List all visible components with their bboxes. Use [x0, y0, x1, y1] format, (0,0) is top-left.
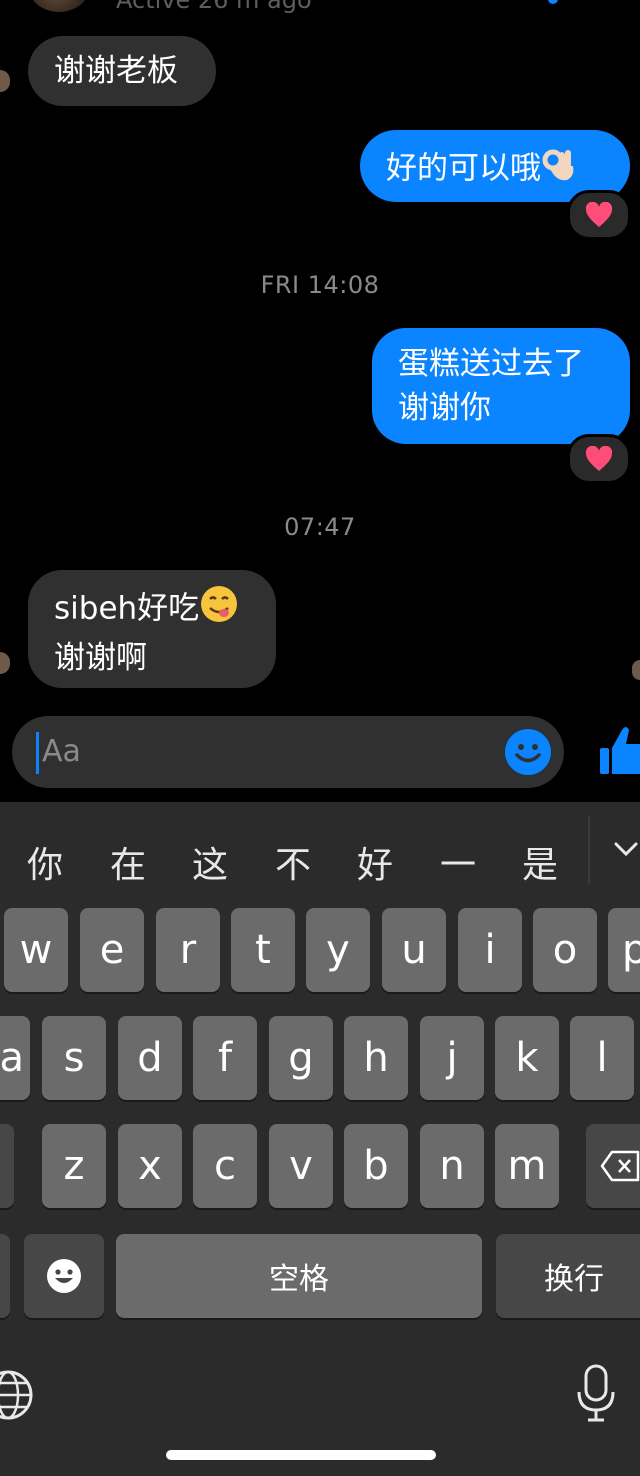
key-s[interactable]: s	[42, 1016, 106, 1100]
key-b[interactable]: b	[344, 1124, 408, 1208]
key-c[interactable]: c	[193, 1124, 257, 1208]
key-e[interactable]: e	[80, 908, 144, 992]
ok-hand-emoji	[541, 144, 577, 196]
key-j[interactable]: j	[420, 1016, 484, 1100]
key-p[interactable]: p	[608, 908, 640, 992]
key-w[interactable]: w	[4, 908, 68, 992]
active-status: Active 26 m ago	[116, 0, 312, 14]
header-indicator-dot	[548, 0, 558, 4]
candidate-word[interactable]: 在	[100, 836, 156, 888]
candidate-word[interactable]: 你	[17, 836, 73, 888]
message-bubble-outgoing[interactable]: 蛋糕送过去了 谢谢你	[372, 328, 630, 444]
candidate-word[interactable]: 这	[182, 836, 238, 888]
key-a[interactable]: a	[0, 1016, 30, 1100]
key-o[interactable]: o	[533, 908, 597, 992]
key-g[interactable]: g	[269, 1016, 333, 1100]
text-caret	[36, 732, 39, 774]
message-line: 蛋糕送过去了	[398, 346, 584, 382]
sender-avatar[interactable]	[0, 70, 10, 92]
key-z[interactable]: z	[42, 1124, 106, 1208]
yum-face-emoji	[199, 584, 239, 636]
timestamp: FRI 14:08	[260, 271, 380, 299]
message-line: sibeh好吃	[54, 590, 200, 627]
candidate-divider	[588, 816, 590, 884]
microphone-icon[interactable]	[576, 1364, 616, 1424]
message-line: 谢谢啊	[54, 640, 147, 676]
candidate-word[interactable]: 一	[430, 836, 486, 888]
return-key[interactable]: 换行	[496, 1234, 640, 1318]
chevron-down-icon[interactable]	[612, 836, 640, 864]
key-x[interactable]: x	[118, 1124, 182, 1208]
timestamp: 07:47	[284, 513, 356, 541]
key-v[interactable]: v	[269, 1124, 333, 1208]
key-d[interactable]: d	[118, 1016, 182, 1100]
number-switch-key[interactable]	[0, 1234, 10, 1318]
space-key[interactable]: 空格	[116, 1234, 482, 1318]
message-bubble-incoming[interactable]: 谢谢老板	[28, 36, 216, 106]
emoji-face-icon	[47, 1259, 81, 1293]
message-line: 谢谢你	[398, 390, 491, 426]
candidate-word[interactable]: 不	[265, 836, 321, 888]
smiley-icon[interactable]	[504, 728, 552, 776]
sender-avatar[interactable]	[0, 652, 10, 674]
message-text: 谢谢老板	[54, 53, 178, 89]
emoji-key[interactable]	[24, 1234, 104, 1318]
seen-avatar	[632, 660, 640, 680]
reaction-badge[interactable]	[567, 190, 631, 240]
candidate-word[interactable]: 好	[347, 836, 403, 888]
key-f[interactable]: f	[193, 1016, 257, 1100]
reaction-badge[interactable]	[567, 434, 631, 484]
key-l[interactable]: l	[570, 1016, 634, 1100]
key-t[interactable]: t	[231, 908, 295, 992]
key-i[interactable]: i	[458, 908, 522, 992]
key-n[interactable]: n	[420, 1124, 484, 1208]
home-indicator[interactable]	[166, 1450, 436, 1460]
key-m[interactable]: m	[495, 1124, 559, 1208]
header-avatar[interactable]	[28, 0, 90, 12]
message-placeholder: Aa	[42, 734, 81, 769]
message-bubble-incoming[interactable]: sibeh好吃 谢谢啊	[28, 570, 276, 688]
backspace-key[interactable]	[586, 1124, 640, 1208]
thumbs-up-icon[interactable]	[600, 724, 640, 776]
heart-icon	[585, 202, 613, 227]
message-text: 好的可以哦	[386, 150, 541, 187]
key-h[interactable]: h	[344, 1016, 408, 1100]
key-r[interactable]: r	[156, 908, 220, 992]
shift-key[interactable]	[0, 1124, 14, 1208]
globe-icon[interactable]	[0, 1370, 34, 1420]
heart-icon	[585, 446, 613, 471]
candidate-word[interactable]: 是	[512, 836, 568, 888]
key-k[interactable]: k	[495, 1016, 559, 1100]
key-u[interactable]: u	[382, 908, 446, 992]
key-y[interactable]: y	[306, 908, 370, 992]
backspace-icon	[600, 1150, 640, 1182]
message-input[interactable]	[12, 716, 564, 788]
